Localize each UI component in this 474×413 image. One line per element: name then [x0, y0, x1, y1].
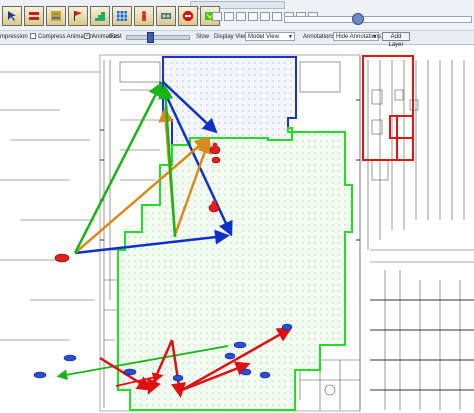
- add-layer-button[interactable]: Add Layer: [382, 32, 410, 48]
- animation-speed-knob[interactable]: [147, 32, 154, 43]
- person-marker-blue: [63, 354, 77, 362]
- person-marker: [54, 253, 70, 263]
- grid-tool-icon[interactable]: [112, 6, 132, 26]
- palette-icon[interactable]: [272, 12, 282, 21]
- annotations-label: Annotations: [303, 34, 335, 40]
- wall-tool-icon[interactable]: [24, 6, 44, 26]
- person-marker-blue: [33, 371, 47, 379]
- animation-checkbox[interactable]: [84, 33, 90, 40]
- green-zone[interactable]: [117, 127, 353, 411]
- grid-icon[interactable]: [260, 12, 270, 21]
- person-marker-blue: [233, 341, 247, 349]
- display-view-label: Display View: [214, 34, 249, 40]
- chevron-down-icon: ▼: [372, 34, 377, 40]
- person-tool-icon[interactable]: [134, 6, 154, 26]
- equipment-tool-icon[interactable]: [156, 6, 176, 26]
- zoom-slider[interactable]: [284, 16, 472, 23]
- tool-palette: [2, 6, 220, 28]
- compression-label: mpression: [0, 34, 28, 40]
- person-marker-blue: [172, 374, 184, 382]
- animation-speed-slider[interactable]: [126, 35, 190, 40]
- zoom-slider-thumb[interactable]: [352, 13, 364, 25]
- display-view-dropdown[interactable]: Model View ▼: [245, 32, 295, 41]
- annotations-dropdown[interactable]: Hide Annotations ▼: [333, 32, 381, 41]
- cabinet-tool-icon[interactable]: [46, 6, 66, 26]
- slow-label: Slow: [196, 34, 210, 40]
- circle-icon[interactable]: [248, 12, 258, 21]
- person-marker-blue: [281, 323, 293, 331]
- person-marker-blue: [240, 368, 252, 376]
- person-marker: [211, 156, 221, 164]
- person-marker-blue: [259, 371, 271, 379]
- brush-icon[interactable]: [212, 12, 222, 21]
- fast-label: Fast: [110, 34, 122, 40]
- floor-plan-canvas[interactable]: [0, 44, 474, 413]
- path-icon[interactable]: [224, 12, 234, 21]
- display-view-value: Model View: [248, 34, 279, 40]
- chevron-down-icon: ▼: [288, 34, 293, 40]
- stair-tool-icon[interactable]: [90, 6, 110, 26]
- red-zone[interactable]: [362, 55, 414, 161]
- stop-tool-icon[interactable]: [178, 6, 198, 26]
- pointer-tool-icon[interactable]: [2, 6, 22, 26]
- compress-animation-checkbox[interactable]: [30, 33, 36, 40]
- flag-tool-icon[interactable]: [68, 6, 88, 26]
- person-marker-blue: [123, 368, 137, 376]
- main-toolbar: [0, 0, 474, 30]
- person-marker-blue: [224, 352, 236, 360]
- line-icon[interactable]: [236, 12, 246, 21]
